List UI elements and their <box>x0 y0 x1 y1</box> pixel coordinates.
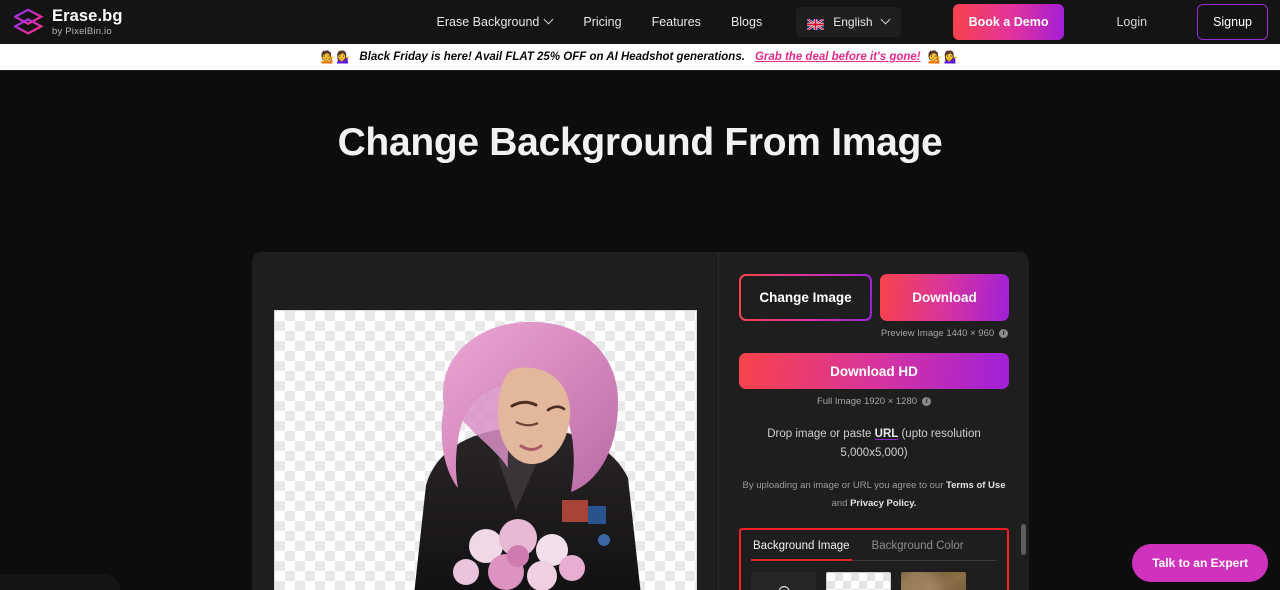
nav-item-features[interactable]: Features <box>652 15 701 29</box>
terms-notice: By uploading an image or URL you agree t… <box>739 477 1009 514</box>
nav-label: Erase Background <box>436 15 540 29</box>
language-selector[interactable]: English <box>796 7 901 37</box>
logo[interactable]: Erase.bg by PixelBin.io <box>12 7 123 37</box>
logo-title: Erase.bg <box>52 7 123 25</box>
page-title: Change Background From Image <box>337 121 943 164</box>
upload-background-option[interactable]: Upload <box>751 571 816 590</box>
banner-text: Black Friday is here! Avail FLAT 25% OFF… <box>359 51 745 63</box>
full-meta-text: Full Image 1920 × 1280 <box>816 396 918 407</box>
main-nav: Erase Background Pricing Features Blogs … <box>437 4 1268 40</box>
preview-image-meta: Preview Image 1440 × 960 i <box>880 328 1009 339</box>
subject-cutout <box>414 321 640 590</box>
download-hd-button[interactable]: Download HD <box>739 353 1009 389</box>
nav-item-erase-background[interactable]: Erase Background <box>437 15 554 29</box>
controls-pane: Change Image Download Preview Image 1440… <box>719 252 1029 590</box>
promo-banner: 💁💁‍♀️ Black Friday is here! Avail FLAT 2… <box>0 44 1280 71</box>
corner-decoration <box>0 574 120 590</box>
signup-button[interactable]: Signup <box>1197 4 1268 40</box>
logo-subtitle: by PixelBin.io <box>52 25 112 37</box>
primary-actions-row: Change Image Download Preview Image 1440… <box>739 274 1009 339</box>
chevron-down-icon <box>882 16 890 24</box>
erasebg-logo-icon <box>12 8 44 36</box>
terms-of-use-link[interactable]: Terms of Use <box>946 480 1005 491</box>
book-a-demo-button[interactable]: Book a Demo <box>952 4 1065 40</box>
tab-background-color[interactable]: Background Color <box>870 538 966 561</box>
language-label: English <box>833 15 873 29</box>
cloud-upload-icon <box>773 584 795 590</box>
banner-emoji-right: 💁💁‍♀️ <box>927 50 960 64</box>
image-canvas-pane[interactable] <box>252 252 719 590</box>
terms-middle: and <box>831 498 851 510</box>
editor-card: Change Image Download Preview Image 1440… <box>252 252 1029 590</box>
page-body: Change Background From Image Change Imag… <box>0 71 1280 590</box>
login-link[interactable]: Login <box>1116 15 1147 29</box>
transparent-background-option[interactable] <box>826 571 891 590</box>
banner-cta-link[interactable]: Grab the deal before it's gone! <box>755 51 921 63</box>
site-header: Erase.bg by PixelBin.io Erase Background… <box>0 0 1280 44</box>
preview-meta-text: Preview Image 1440 × 960 <box>880 328 995 339</box>
chevron-down-icon <box>545 16 553 24</box>
info-icon[interactable]: i <box>999 329 1009 338</box>
controls-scrollbar[interactable] <box>1021 252 1027 590</box>
full-image-meta: Full Image 1920 × 1280 i <box>739 396 1009 407</box>
scrollbar-thumb[interactable] <box>1021 524 1026 555</box>
talk-to-an-expert-button[interactable]: Talk to an Expert <box>1132 544 1268 582</box>
nav-item-pricing[interactable]: Pricing <box>583 15 621 29</box>
background-thumb-list: Upload Bokeh <box>751 571 997 590</box>
info-icon[interactable]: i <box>922 397 932 406</box>
banner-emoji-left: 💁💁‍♀️ <box>320 50 353 64</box>
background-tabs: Background Image Background Color <box>751 538 997 561</box>
bokeh-background-option[interactable]: Bokeh <box>901 571 966 590</box>
uk-flag-icon <box>806 17 825 31</box>
terms-prefix: By uploading an image or URL you agree t… <box>742 479 946 491</box>
tab-background-image[interactable]: Background Image <box>751 538 852 561</box>
paste-url-link[interactable]: URL <box>875 428 899 440</box>
nav-item-blogs[interactable]: Blogs <box>731 15 762 29</box>
background-options-panel: Background Image Background Color Upload <box>739 527 1009 590</box>
download-button[interactable]: Download <box>880 274 1009 321</box>
drop-prefix: Drop image or paste <box>767 428 875 440</box>
privacy-policy-link[interactable]: Privacy Policy. <box>850 498 916 509</box>
image-preview[interactable] <box>273 310 697 590</box>
change-image-button[interactable]: Change Image <box>739 274 872 321</box>
drop-hint: Drop image or paste URL (upto resolution… <box>739 425 1009 463</box>
